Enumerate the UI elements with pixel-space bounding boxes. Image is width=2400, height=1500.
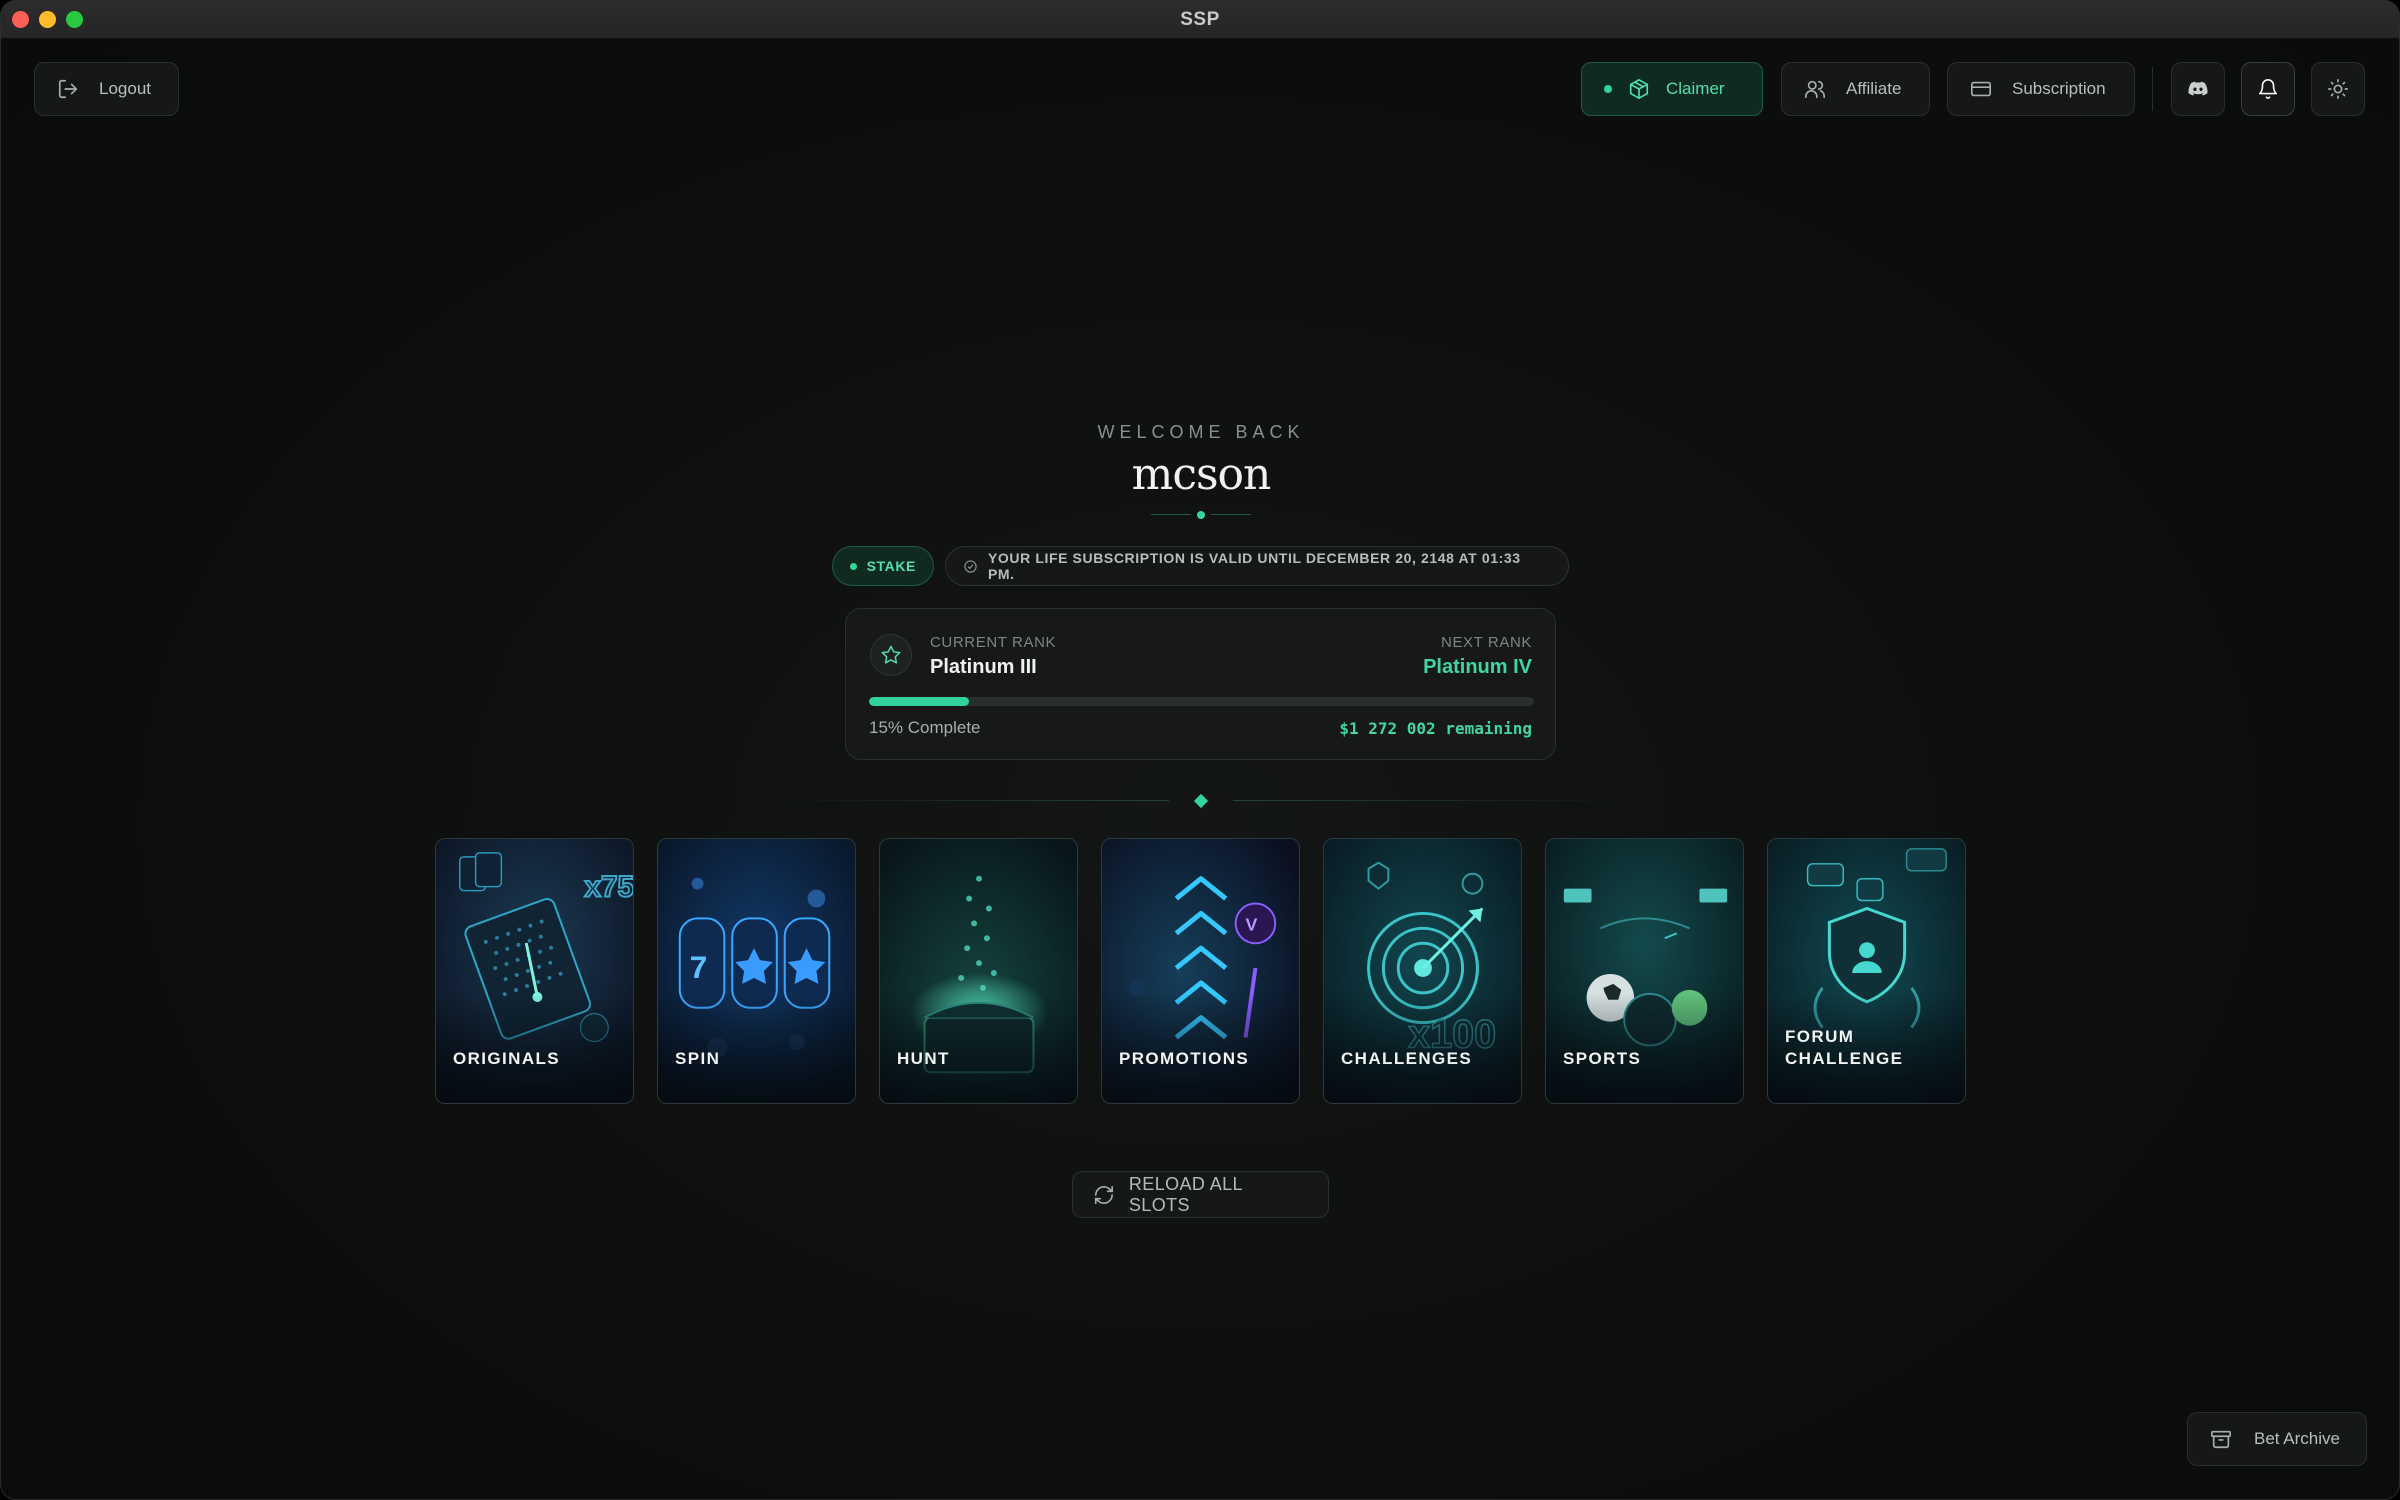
active-indicator-dot bbox=[1604, 85, 1612, 93]
card-challenges[interactable]: x100 CHALLENGES bbox=[1323, 838, 1522, 1104]
title-bar: SSP bbox=[1, 1, 2399, 39]
cube-icon bbox=[1629, 79, 1649, 99]
current-rank-label: CURRENT RANK bbox=[930, 634, 1057, 651]
logout-label: Logout bbox=[99, 79, 151, 98]
platform-badge: STAKE bbox=[832, 546, 934, 586]
notifications-button[interactable] bbox=[2241, 62, 2295, 116]
logout-icon bbox=[58, 79, 78, 99]
section-divider bbox=[769, 793, 1633, 809]
discord-button[interactable] bbox=[2171, 62, 2225, 116]
bell-icon bbox=[2258, 79, 2278, 99]
app-window: SSP Logout Claimer Affiliate Subscriptio… bbox=[0, 0, 2400, 1500]
rank-progress-card: CURRENT RANK Platinum III NEXT RANK Plat… bbox=[845, 608, 1556, 760]
subscription-tab[interactable]: Subscription bbox=[1947, 62, 2135, 116]
rank-progress-bar bbox=[869, 697, 1534, 706]
card-originals[interactable]: x75 ORIGINALS bbox=[435, 838, 634, 1104]
claimer-tab[interactable]: Claimer bbox=[1581, 62, 1763, 116]
card-promotions[interactable]: V PROMOTIONS bbox=[1101, 838, 1300, 1104]
category-cards: x75 ORIGINALS 7 SPIN HUNT V PROMOTIONS C… bbox=[435, 838, 1967, 1104]
header-separator bbox=[2152, 67, 2153, 111]
bet-archive-button[interactable]: Bet Archive bbox=[2187, 1412, 2367, 1466]
check-circle-icon bbox=[964, 559, 977, 573]
window-title: SSP bbox=[1180, 8, 1220, 30]
reload-all-slots-button[interactable]: RELOAD ALL SLOTS bbox=[1072, 1171, 1329, 1218]
maximize-window-button[interactable] bbox=[66, 11, 83, 28]
archive-box-icon bbox=[2211, 1430, 2231, 1449]
credit-card-icon bbox=[1971, 81, 1991, 97]
card-sports[interactable]: SPORTS bbox=[1545, 838, 1744, 1104]
card-label: FORUM CHALLENGE bbox=[1785, 1027, 1904, 1068]
rank-badge bbox=[870, 634, 912, 676]
card-label: SPIN bbox=[675, 1049, 721, 1068]
minimize-window-button[interactable] bbox=[39, 11, 56, 28]
subscription-label: Subscription bbox=[2012, 79, 2106, 98]
svg-text:7: 7 bbox=[690, 949, 708, 985]
refresh-icon bbox=[1094, 1185, 1113, 1204]
platform-label: STAKE bbox=[866, 558, 916, 574]
welcome-divider bbox=[1151, 511, 1251, 519]
welcome-heading: WELCOME BACK bbox=[1097, 422, 1305, 442]
card-label: SPORTS bbox=[1563, 1049, 1642, 1068]
star-icon bbox=[881, 645, 901, 664]
affiliate-label: Affiliate bbox=[1846, 79, 1902, 98]
reload-label: RELOAD ALL SLOTS bbox=[1128, 1173, 1243, 1215]
progress-percentage: 15% Complete bbox=[869, 718, 981, 737]
card-label: HUNT bbox=[897, 1049, 950, 1068]
current-rank-value: Platinum III bbox=[930, 656, 1037, 678]
affiliate-tab[interactable]: Affiliate bbox=[1781, 62, 1930, 116]
card-label: PROMOTIONS bbox=[1119, 1049, 1250, 1068]
next-rank-value: Platinum IV bbox=[1423, 656, 1532, 678]
remaining-amount: $1 272 002 remaining bbox=[1339, 719, 1532, 738]
card-label: CHALLENGES bbox=[1341, 1049, 1473, 1068]
svg-text:x75: x75 bbox=[584, 871, 633, 904]
logout-button[interactable]: Logout bbox=[34, 62, 179, 116]
users-icon bbox=[1805, 80, 1825, 99]
card-label: ORIGINALS bbox=[453, 1049, 561, 1068]
window-controls bbox=[12, 11, 83, 28]
subscription-status-badge: YOUR LIFE SUBSCRIPTION IS VALID UNTIL DE… bbox=[945, 546, 1569, 586]
subscription-notice: YOUR LIFE SUBSCRIPTION IS VALID UNTIL DE… bbox=[987, 550, 1521, 582]
rank-progress-fill bbox=[869, 697, 969, 706]
theme-toggle-button[interactable] bbox=[2311, 62, 2365, 116]
bet-archive-label: Bet Archive bbox=[2254, 1429, 2340, 1448]
sun-icon bbox=[2328, 79, 2348, 99]
card-forum-challenge[interactable]: FORUM CHALLENGE bbox=[1767, 838, 1966, 1104]
status-dot bbox=[850, 562, 857, 570]
discord-icon bbox=[2188, 81, 2208, 96]
username: mcson bbox=[1131, 449, 1272, 500]
close-window-button[interactable] bbox=[12, 11, 29, 28]
next-rank-label: NEXT RANK bbox=[1441, 634, 1532, 651]
svg-text:V: V bbox=[1246, 914, 1258, 934]
card-hunt[interactable]: HUNT bbox=[879, 838, 1078, 1104]
card-spin[interactable]: 7 SPIN bbox=[657, 838, 856, 1104]
claimer-label: Claimer bbox=[1666, 79, 1725, 98]
